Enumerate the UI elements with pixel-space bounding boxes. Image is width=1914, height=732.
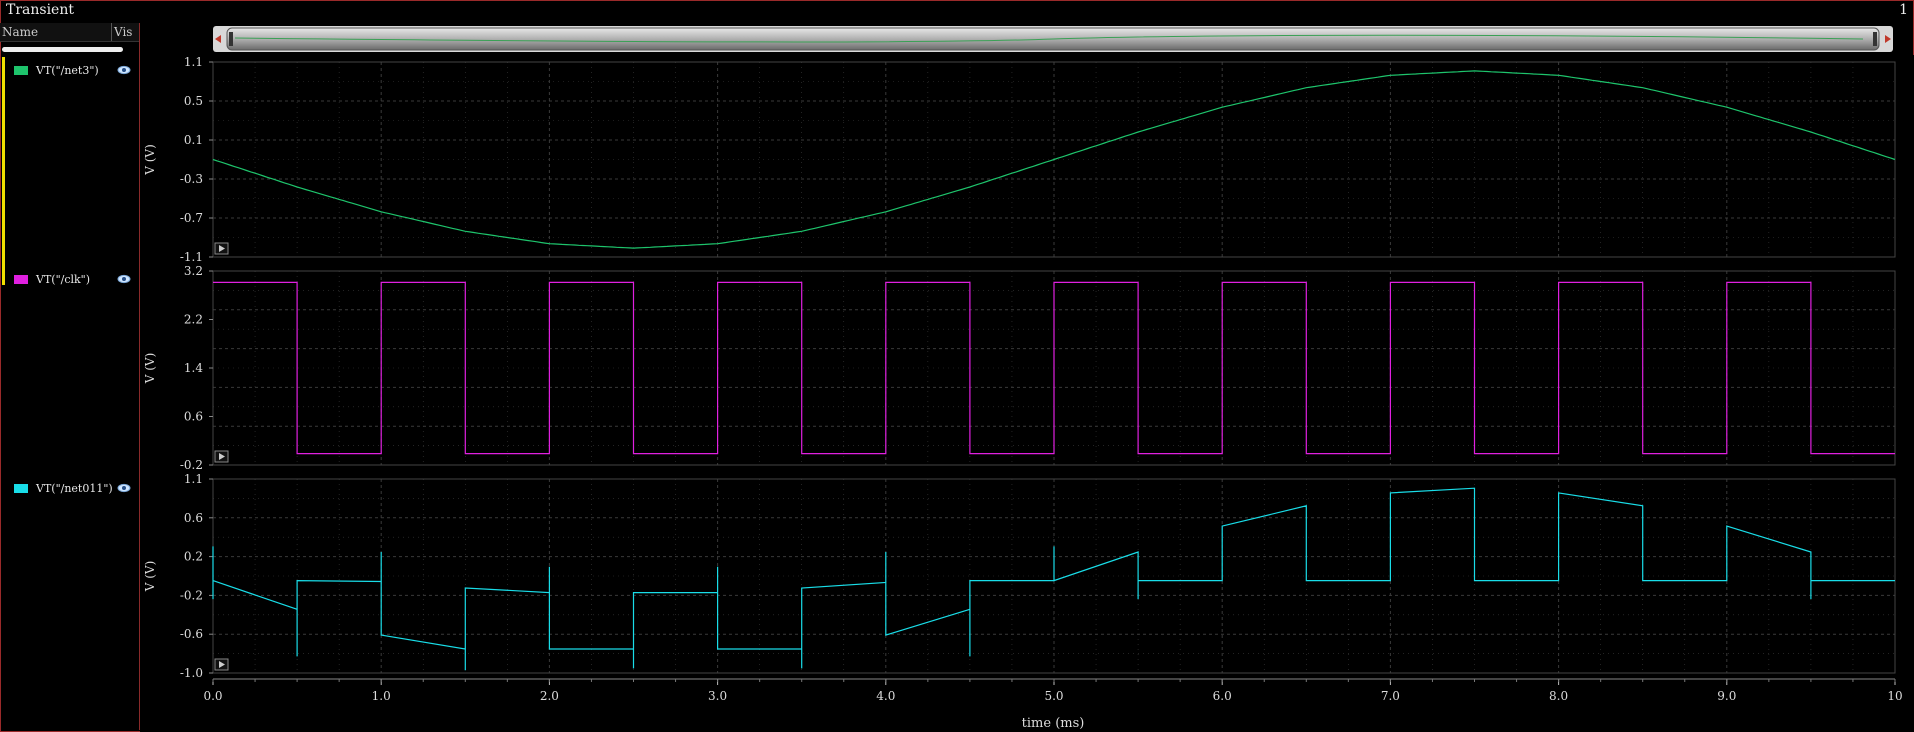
strip-expand-icon[interactable] <box>214 658 229 671</box>
x-tick-label: 7.0 <box>1381 689 1400 703</box>
trace[interactable] <box>213 281 1895 455</box>
x-tick-label: 4.0 <box>876 689 895 703</box>
x-tick-label: 9.0 <box>1717 689 1736 703</box>
y-axis-label: V (V) <box>143 561 157 593</box>
signal-item-net3[interactable]: VT("/net3") <box>14 63 136 79</box>
signal-list-scrollbar[interactable] <box>2 47 123 52</box>
selected-strip-marker <box>2 57 5 285</box>
time-axis-label: time (ms) <box>1022 716 1085 731</box>
y-tick-label: -0.7 <box>180 211 203 225</box>
y-tick-label: 1.1 <box>184 472 203 486</box>
signal-item-net011[interactable]: VT("/net011") <box>14 481 136 497</box>
x-tick-label: 1.0 <box>372 689 391 703</box>
y-tick-label: -0.2 <box>180 588 203 602</box>
color-swatch <box>14 484 28 493</box>
x-tick-label: 6.0 <box>1213 689 1232 703</box>
color-swatch <box>14 275 28 284</box>
strip-expand-icon[interactable] <box>214 242 229 255</box>
signal-label: VT("/net3") <box>36 64 99 77</box>
waveform-plot-area[interactable]: 1.1 0.5 0.1 -0.3 -0.7 -1.1 V (V) 3.2 2.2 1.4 0.6 -0… <box>140 55 1914 732</box>
x-tick-label: 2.0 <box>540 689 559 703</box>
color-swatch <box>14 66 28 75</box>
column-divider[interactable] <box>111 23 112 41</box>
thumb-left-handle[interactable] <box>229 32 233 46</box>
y-tick-label: -0.2 <box>180 458 203 472</box>
y-tick-label: -1.0 <box>180 666 203 680</box>
window-title-bar: Transient 1 <box>0 0 1914 22</box>
y-tick-label: -0.3 <box>180 172 203 186</box>
y-axis-label: V (V) <box>143 353 157 385</box>
thumb-right-handle[interactable] <box>1873 32 1877 46</box>
window-title: Transient <box>6 2 74 18</box>
window-number: 1 <box>1899 2 1908 18</box>
y-tick-label: 0.5 <box>184 94 203 108</box>
y-tick-label: 0.1 <box>184 133 203 147</box>
x-tick-label: 0.0 <box>203 689 222 703</box>
eye-icon[interactable] <box>117 63 131 77</box>
y-tick-label: 0.6 <box>184 511 203 525</box>
eye-icon[interactable] <box>117 272 131 286</box>
signal-browser: Name Vis VT("/net3") VT("/clk") VT("/net… <box>0 23 140 730</box>
x-tick-label: 3.0 <box>708 689 727 703</box>
name-column-header[interactable]: Name <box>2 25 38 39</box>
x-tick-label: 5.0 <box>1044 689 1063 703</box>
signal-label: VT("/clk") <box>36 273 91 286</box>
eye-icon[interactable] <box>117 481 131 495</box>
y-tick-label: 1.4 <box>184 361 203 375</box>
y-tick-label: 0.6 <box>184 410 203 424</box>
signal-list-header: Name Vis <box>0 23 139 42</box>
y-tick-label: -0.6 <box>180 627 203 641</box>
strip-expand-icon[interactable] <box>214 450 229 463</box>
y-axis-label: V (V) <box>143 144 157 176</box>
time-overview-scrollbar[interactable] <box>213 26 1893 52</box>
y-tick-label: -1.1 <box>180 250 203 264</box>
signal-label: VT("/net011") <box>36 482 113 495</box>
y-tick-label: 0.2 <box>184 550 203 564</box>
x-tick-label: 10 <box>1887 689 1902 703</box>
vis-column-header[interactable]: Vis <box>114 25 132 39</box>
y-tick-label: 2.2 <box>184 313 203 327</box>
y-tick-label: 3.2 <box>184 264 203 278</box>
y-tick-label: 1.1 <box>184 55 203 69</box>
signal-item-clk[interactable]: VT("/clk") <box>14 272 136 288</box>
x-tick-label: 8.0 <box>1549 689 1568 703</box>
